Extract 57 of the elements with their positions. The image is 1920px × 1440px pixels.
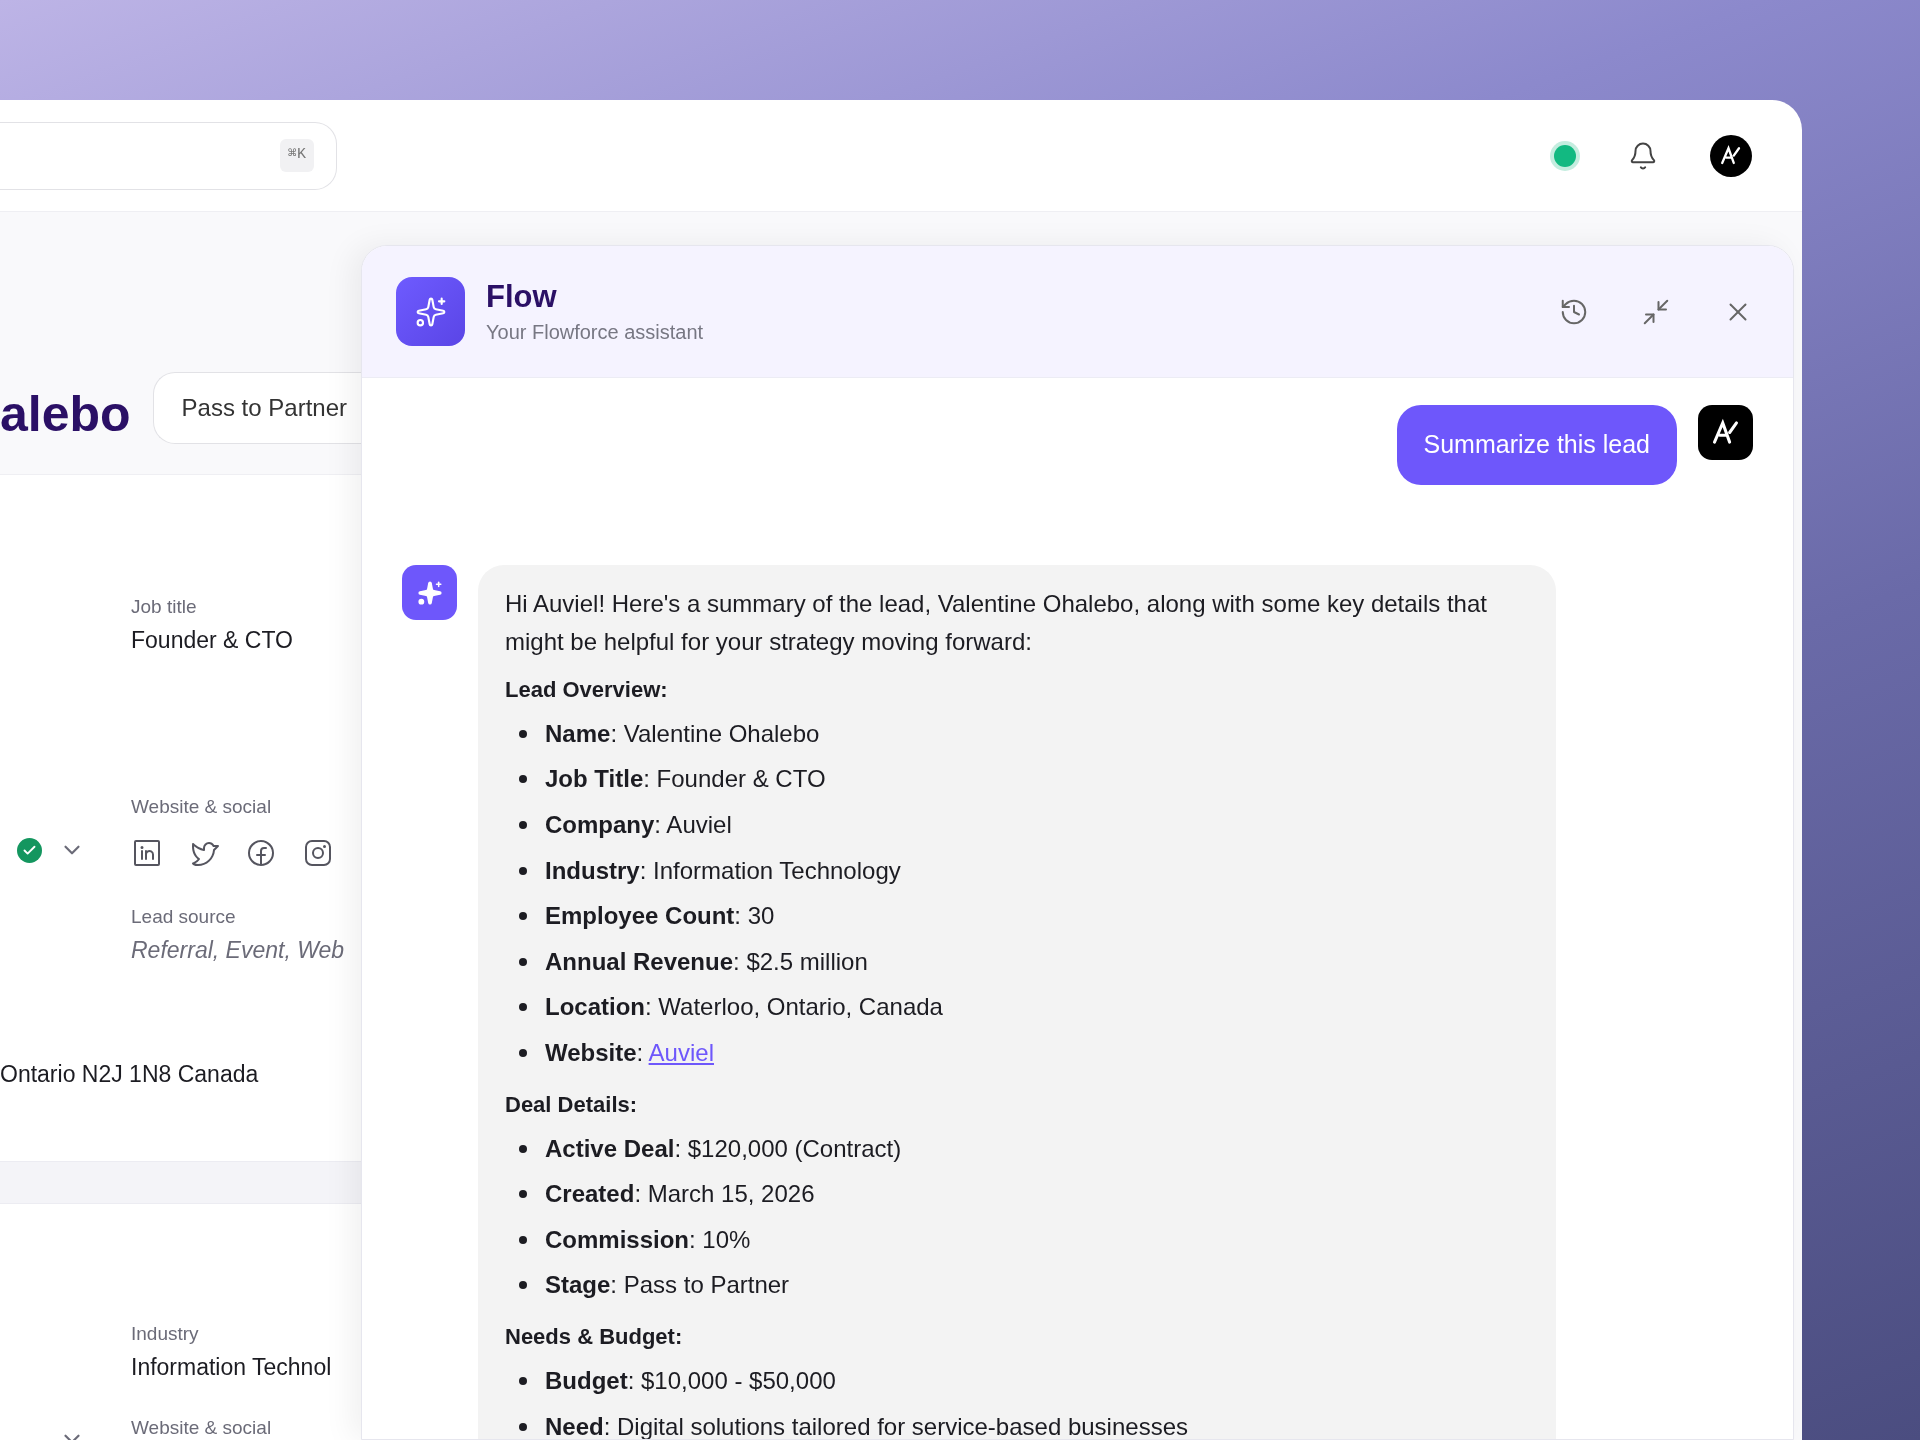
list-item-text: Active Deal: $120,000 (Contract) (545, 1133, 902, 1164)
search-field[interactable]: ⌘K (0, 121, 337, 190)
bullet-icon (519, 1190, 527, 1199)
section-heading: Deal Details: (505, 1090, 639, 1119)
bullet-icon (519, 1048, 527, 1057)
field-value: Referral, Event, Web (131, 936, 346, 965)
linkedin-icon[interactable] (131, 837, 163, 869)
bullet-icon (519, 866, 527, 875)
bullet-icon (519, 1003, 527, 1012)
assistant-avatar-icon (402, 565, 457, 620)
instagram-icon[interactable] (302, 837, 334, 869)
field-label: Website & social (131, 795, 273, 819)
facebook-icon[interactable] (245, 837, 277, 869)
lead-name: alebo (0, 385, 131, 444)
bullet-icon (519, 957, 527, 966)
list-item-text: Employee Count: 30 (545, 901, 775, 932)
bullet-icon (519, 775, 527, 784)
website-link[interactable]: Auviel (648, 1038, 714, 1066)
bullet-icon (519, 729, 527, 738)
list-item-text: Company: Auviel (545, 810, 732, 840)
list-item-text: Commission: 10% (545, 1224, 751, 1255)
field-label: Industry (131, 1322, 200, 1346)
list-item-text: Industry: Information Technology (545, 855, 901, 886)
list-item-text: Annual Revenue: $2.5 million (545, 946, 868, 977)
field-label: Job title (131, 595, 198, 619)
bullet-icon (519, 821, 527, 829)
list-item-text: Location: Waterloo, Ontario, Canada (545, 992, 943, 1023)
address-text: Ontario N2J 1N8 Canada (0, 1060, 260, 1089)
bullet-icon (519, 1235, 527, 1244)
bullet-icon (519, 1281, 527, 1290)
list-item-text: Need: Digital solutions tailored for service-based businesses (545, 1411, 1188, 1439)
section-heading: Needs & Budget: (505, 1323, 684, 1352)
field-value: Information Technol (131, 1353, 333, 1382)
message-intro: Hi Auviel! Here's a summary of the lead, Valentine Ohalebo, along with some key details that might be helpful for your strategy moving forward: (505, 589, 1488, 657)
bullet-icon (519, 1422, 527, 1431)
user-message: Summarize this lead (1396, 405, 1677, 485)
sparkle-icon (396, 277, 465, 346)
bullet-icon (519, 1376, 527, 1385)
bullet-icon (519, 912, 527, 921)
stage-button[interactable]: Pass to Partner (152, 372, 361, 444)
user-avatar[interactable] (1698, 405, 1753, 460)
shortcut-key: ⌘K (279, 139, 314, 172)
field-label: Lead source (131, 905, 237, 929)
field-label: Website & social (131, 1416, 273, 1440)
assistant-title: Flow (486, 278, 558, 315)
list-item-text: Job Title: Founder & CTO (545, 764, 826, 795)
assistant-subtitle: Your Flowforce assistant (486, 319, 704, 345)
list-item-text: Stage: Pass to Partner (545, 1270, 790, 1301)
notification-bell-icon[interactable] (1628, 140, 1658, 171)
avatar[interactable] (1710, 134, 1752, 177)
list-item-text: Website: Auviel (545, 1037, 714, 1068)
bullet-icon (519, 1144, 527, 1153)
list-item-text: Budget: $10,000 - $50,000 (545, 1365, 836, 1396)
field-value: Founder & CTO (131, 626, 294, 655)
list-item-text: Created: March 15, 2026 (545, 1179, 815, 1210)
list-item-text: Name: Valentine Ohalebo (545, 718, 820, 749)
section-heading: Lead Overview: (505, 676, 669, 704)
